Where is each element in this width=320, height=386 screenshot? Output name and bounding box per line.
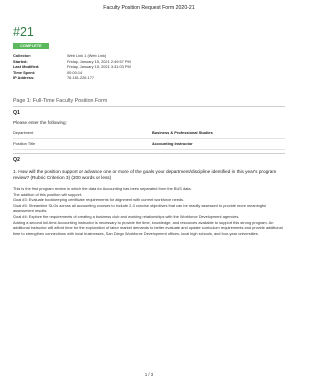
- q1-heading: Q1: [13, 110, 20, 116]
- answer-paragraph: Goal #5: Streamline SLOs across all acco…: [13, 202, 267, 214]
- q1-row-value: Accounting Instructor: [152, 141, 193, 146]
- q1-answer-table: Department Business & Professional Studi…: [13, 128, 285, 150]
- answer-paragraph: Adding a second full-time Accounting ins…: [13, 219, 283, 236]
- meta-label: IP Address:: [13, 75, 35, 81]
- survey-response-page: Faculty Position Request Form 2020-21 #2…: [0, 0, 298, 386]
- document-title: Faculty Position Request Form 2020-21: [103, 5, 195, 11]
- q2-answer: This is the first program review in whic…: [13, 186, 285, 236]
- meta-value: 76.181.226.177: [67, 75, 95, 81]
- status-badge: COMPLETE: [13, 43, 49, 49]
- q1-row-label: Department: [13, 130, 34, 135]
- q1-prompt: Please enter the following:: [13, 120, 67, 125]
- question-divider: [13, 153, 285, 154]
- q1-row-value: Business & Professional Studies: [152, 130, 213, 135]
- section-divider: [13, 106, 285, 107]
- response-number: #21: [13, 25, 34, 39]
- meta-row-ip-address: IP Address: 76.181.226.177: [13, 75, 131, 81]
- page-number: 1 / 3: [144, 372, 154, 377]
- q1-row-label: Position Title: [13, 141, 36, 146]
- q2-heading: Q2: [13, 157, 20, 163]
- response-metadata: Collector: Web Link 1 (Web Link) Started…: [13, 53, 131, 81]
- q1-row-department: Department Business & Professional Studi…: [13, 128, 285, 139]
- section-title: Page 1: Full-Time Faculty Position Form: [13, 98, 108, 104]
- q2-question: 1. How will the position support or adva…: [13, 169, 277, 180]
- q1-row-position-title: Position Title Accounting Instructor: [13, 139, 285, 150]
